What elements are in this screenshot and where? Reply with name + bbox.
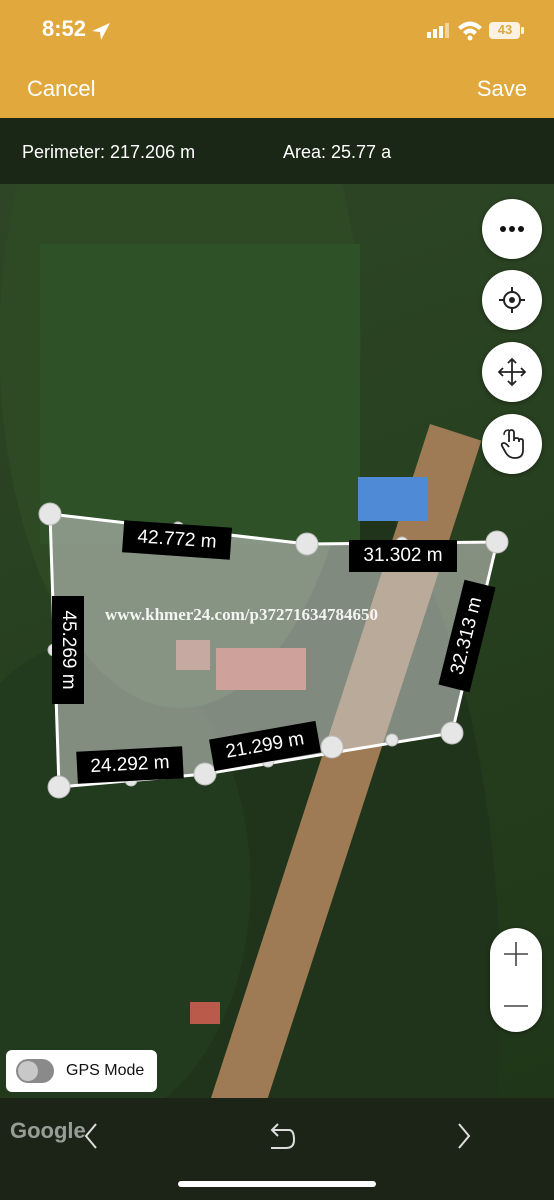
- map-roof-2: [176, 640, 210, 670]
- map-roof-1: [216, 648, 306, 690]
- undo-button[interactable]: [258, 1112, 306, 1160]
- perimeter-text: Perimeter: 217.206 m: [22, 142, 196, 162]
- zoom-out-button[interactable]: [490, 980, 542, 1032]
- nav-bar: Cancel Save: [0, 60, 554, 118]
- gps-mode-toggle[interactable]: GPS Mode: [6, 1050, 157, 1092]
- minus-icon: [504, 1005, 528, 1007]
- move-arrows-icon: [497, 357, 527, 387]
- zoom-in-button[interactable]: [490, 928, 542, 980]
- battery-level: 43: [497, 22, 513, 37]
- hand-pointer-icon: [500, 429, 524, 459]
- crosshair-icon: [499, 287, 525, 313]
- gps-mode-label: GPS Mode: [66, 1062, 145, 1079]
- zoom-control: [490, 928, 542, 1032]
- map-roof-3: [190, 1002, 220, 1024]
- area-text: Area: 25.77 a: [283, 142, 392, 162]
- next-button[interactable]: [442, 1112, 486, 1160]
- location-arrow-icon: [92, 23, 110, 40]
- wifi-icon: [458, 21, 482, 41]
- segment-label-bottom-left: 24.292 m: [76, 746, 184, 784]
- segment-label-top-right: 31.302 m: [349, 540, 457, 572]
- map-field-area: [40, 244, 360, 544]
- cancel-button[interactable]: Cancel: [27, 76, 95, 102]
- home-indicator: [178, 1181, 376, 1187]
- measurement-info-bar: Perimeter: 217.206 m Area: 25.77 a: [0, 118, 554, 184]
- status-icons: [92, 21, 524, 41]
- prev-button[interactable]: [70, 1112, 114, 1160]
- more-button[interactable]: [482, 199, 542, 259]
- locate-button[interactable]: [482, 270, 542, 330]
- ellipsis-icon: [500, 226, 524, 232]
- plus-icon: [504, 942, 528, 966]
- gps-switch-knob: [18, 1061, 38, 1081]
- touch-edit-button[interactable]: [482, 414, 542, 474]
- move-button[interactable]: [482, 342, 542, 402]
- save-button[interactable]: Save: [477, 76, 527, 102]
- cellular-signal-icon: [427, 23, 449, 38]
- watermark-text: www.khmer24.com/p37271634784650: [105, 605, 378, 624]
- segment-label-left: 45.269 m: [52, 596, 84, 704]
- gps-switch[interactable]: [16, 1059, 54, 1083]
- status-bar: 8:52 43: [0, 0, 554, 60]
- map-blue-roof: [358, 477, 428, 521]
